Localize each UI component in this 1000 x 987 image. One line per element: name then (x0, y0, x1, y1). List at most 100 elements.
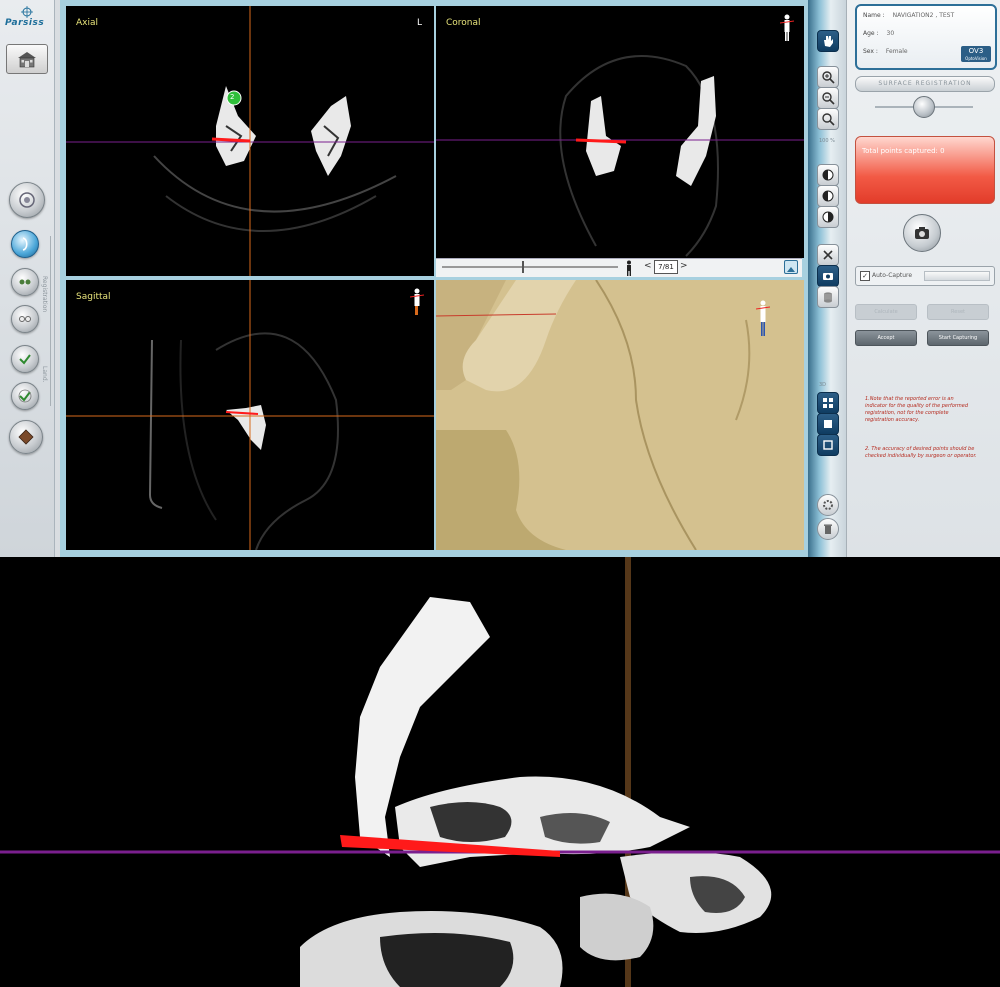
slice-navigator: < 7/81 > (436, 258, 802, 277)
zoomed-slice-image (0, 557, 1000, 987)
registration-panel: Name : NAVIGATION2 , TEST Age : 30 Sex : Fe… (846, 0, 1000, 557)
save-data-button[interactable] (817, 286, 839, 308)
gear-icon (823, 500, 833, 510)
view-toolbar: 100 % 3D (808, 0, 846, 557)
zoom-out-button[interactable] (817, 87, 839, 109)
coronal-orientation-figure-icon (780, 14, 794, 41)
settings-button[interactable] (817, 494, 839, 516)
sagittal-slice-image (66, 280, 434, 550)
points-captured-box: Total points captured: 0 (855, 136, 995, 204)
auto-capture-label: Auto-Capture (872, 272, 913, 279)
zoom-fit-icon (822, 113, 835, 126)
navigation-app-window: Parsiss Registration Land. Axial L 2 Cor… (0, 0, 1000, 557)
axial-view[interactable]: Axial L 2 (66, 6, 434, 276)
screenshot-button[interactable] (817, 265, 839, 287)
target-tool-button[interactable] (9, 182, 45, 218)
close-x-icon (823, 250, 833, 260)
slice-number-field[interactable]: 7/81 (654, 260, 678, 274)
verify-step-button[interactable] (11, 345, 39, 373)
contrast-button-3[interactable] (817, 206, 839, 228)
layout-toggle-icon (787, 267, 795, 272)
rail-label-land: Land. (41, 366, 48, 383)
landmark-step-button[interactable] (11, 305, 39, 333)
device-subtitle: OptoVision (965, 56, 987, 61)
navigate-step-button[interactable] (9, 420, 43, 454)
check-target-icon (18, 389, 32, 403)
zoom-in-icon (822, 71, 835, 84)
view-options-button[interactable] (784, 260, 798, 274)
3d-surface-image (436, 280, 804, 550)
slice-slider-track[interactable] (442, 266, 618, 268)
face-profile-icon (22, 237, 28, 251)
parsiss-logo: Parsiss (2, 6, 52, 28)
zoom-level-readout: 100 % (819, 138, 835, 144)
paired-point-step-button[interactable] (11, 268, 39, 296)
landmarks-icon (19, 316, 31, 322)
registration-note-1: 1.Note that the reported error is an ind… (865, 396, 969, 423)
trash-icon (824, 524, 832, 534)
calc-reset-row: Calculate Reset (855, 304, 993, 320)
coronal-slice-image (436, 55, 804, 257)
zoom-fit-button[interactable] (817, 108, 839, 130)
pan-tool-button[interactable] (817, 30, 839, 52)
progress-knob[interactable] (913, 96, 935, 118)
hospital-icon (18, 52, 36, 68)
layout-quad-button[interactable] (817, 392, 839, 414)
contrast-icon (822, 190, 834, 202)
3d-orientation-figure-icon (756, 300, 770, 336)
surface-registration-step-button[interactable] (11, 230, 39, 258)
reset-view-button[interactable] (817, 244, 839, 266)
patient-age-row: Age : 30 (863, 30, 894, 37)
delete-button[interactable] (817, 518, 839, 540)
slice-next-button[interactable]: > (680, 261, 688, 271)
sagittal-view[interactable]: Sagittal (66, 280, 434, 550)
auto-capture-row: ✓ Auto-Capture (855, 266, 995, 286)
view-mode-label: 3D (819, 382, 827, 388)
auto-capture-checkbox[interactable]: ✓ (860, 271, 870, 281)
patient-name-row: Name : NAVIGATION2 , TEST (863, 12, 954, 19)
contrast-button-1[interactable] (817, 164, 839, 186)
total-points-text: Total points captured: 0 (862, 147, 945, 155)
rail-label-registration: Registration (41, 276, 48, 313)
3d-surface-view[interactable] (436, 280, 804, 550)
accuracy-step-button[interactable] (11, 382, 39, 410)
contrast-icon (822, 169, 834, 181)
patient-name-label: Name : (863, 12, 885, 19)
coronal-view[interactable]: Coronal (436, 6, 804, 258)
viewport-grid: Axial L 2 Coronal < 7/81 > Sagittal (60, 0, 810, 557)
accept-button[interactable]: Accept (855, 330, 917, 346)
patient-name-value: NAVIGATION2 , TEST (892, 12, 955, 19)
calculate-button[interactable]: Calculate (855, 304, 917, 320)
capture-point-button[interactable] (903, 214, 941, 252)
layout-single-button[interactable] (817, 413, 839, 435)
zoom-out-icon (822, 92, 835, 105)
axial-slice-image (66, 6, 434, 276)
database-icon (824, 292, 832, 303)
patient-sex-value: Female (885, 48, 908, 55)
accept-start-row: Accept Start Capturing (855, 330, 993, 346)
hand-icon (824, 36, 833, 47)
cube-layout-icon (823, 440, 833, 450)
camera-icon (915, 227, 929, 239)
slice-slider-thumb[interactable] (522, 261, 524, 273)
landmark-number: 2 (230, 93, 235, 101)
layout-3d-button[interactable] (817, 434, 839, 456)
single-layout-icon (824, 420, 832, 428)
camera-icon (823, 273, 833, 280)
slice-prev-button[interactable]: < (644, 261, 652, 271)
left-sidebar: Parsiss Registration Land. (0, 0, 55, 557)
patient-age-label: Age : (863, 30, 879, 37)
start-capturing-button[interactable]: Start Capturing (927, 330, 989, 346)
surface-registration-title: SURFACE REGISTRATION (855, 76, 995, 92)
check-icon (19, 354, 31, 365)
patient-sex-row: Sex : Female (863, 48, 908, 55)
target-icon (19, 192, 35, 208)
zoom-in-button[interactable] (817, 66, 839, 88)
contrast-button-2[interactable] (817, 185, 839, 207)
sagittal-orientation-figure-icon (410, 288, 424, 315)
home-button[interactable] (6, 44, 48, 74)
zoomed-coronal-inset (0, 557, 1000, 987)
device-badge: OV3 OptoVision (961, 46, 991, 62)
auto-capture-progress (924, 271, 990, 281)
reset-button[interactable]: Reset (927, 304, 989, 320)
